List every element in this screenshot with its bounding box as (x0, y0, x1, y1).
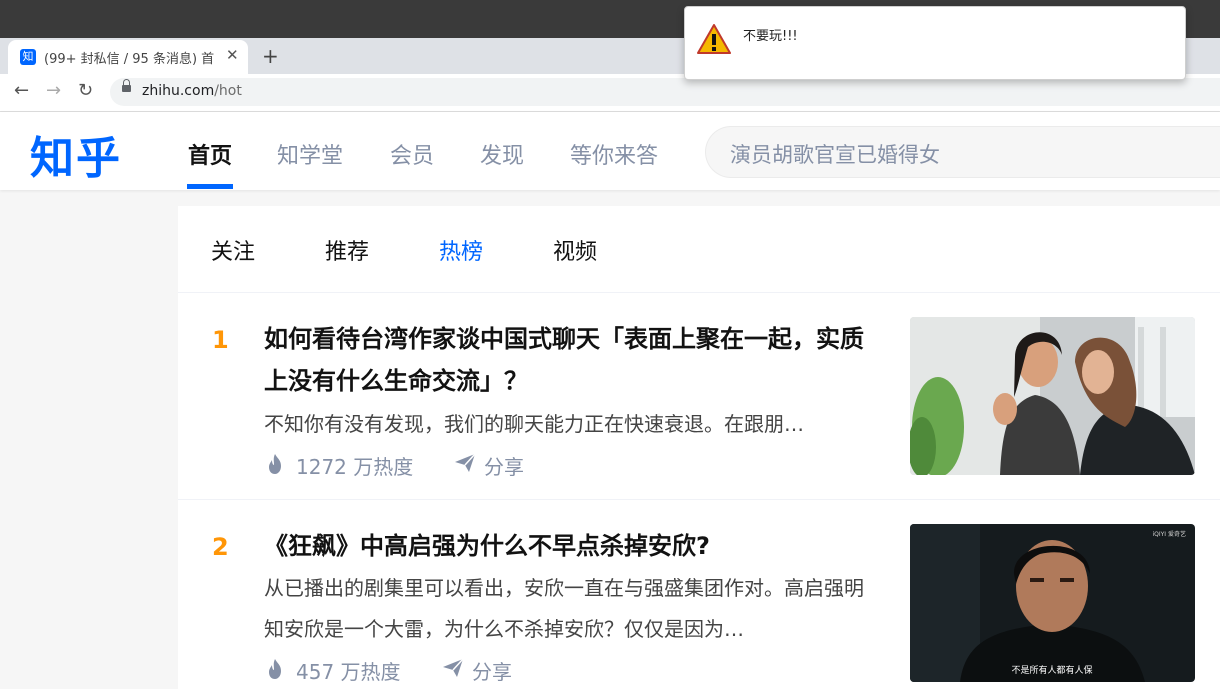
warning-icon (697, 24, 731, 54)
divider (178, 499, 1220, 500)
heat-count: 457 万热度 (296, 660, 401, 684)
tab-recommend[interactable]: 推荐 (325, 234, 369, 266)
nav-discover[interactable]: 发现 (480, 138, 524, 170)
heat-count: 1272 万热度 (296, 455, 414, 479)
nav-home[interactable]: 首页 (188, 138, 232, 170)
hot-list-card: 关注 推荐 热榜 视频 1 如何看待台湾作家谈中国式聊天「表面上聚在一起，实质上… (178, 206, 1220, 689)
url-domain: zhihu.com (142, 83, 215, 99)
tab-follow[interactable]: 关注 (211, 234, 255, 266)
browser-tab[interactable]: 知 (99+ 封私信 / 95 条消息) 首 ✕ (8, 40, 248, 74)
hot-rank: 1 (212, 326, 229, 354)
nav-member[interactable]: 会员 (390, 138, 434, 170)
tab-title: (99+ 封私信 / 95 条消息) 首 (44, 52, 215, 66)
flame-icon (269, 454, 281, 474)
url-text: zhihu.com/hot (142, 83, 242, 99)
video-subtitle: 不是所有人都有人保 (1011, 664, 1092, 676)
search-placeholder: 演员胡歌官宣已婚得女 (730, 143, 940, 167)
tab-hot[interactable]: 热榜 (439, 234, 483, 266)
nav-zhixuetang[interactable]: 知学堂 (277, 138, 343, 170)
iqiyi-watermark: iQIYI 爱奇艺 (1152, 530, 1186, 538)
hot-item-title[interactable]: 如何看待台湾作家谈中国式聊天「表面上聚在一起，实质上没有什么生命交流」？ (264, 318, 884, 402)
share-button[interactable]: 分享 (472, 656, 512, 685)
url-path: /hot (214, 83, 242, 99)
share-button[interactable]: 分享 (484, 451, 524, 480)
hot-item-thumbnail[interactable] (910, 317, 1195, 475)
forward-arrow-icon[interactable]: → (46, 80, 61, 101)
tab-video[interactable]: 视频 (553, 234, 597, 266)
alert-message: 不要玩!!! (743, 29, 798, 44)
search-input[interactable]: 演员胡歌官宣已婚得女 (705, 126, 1220, 178)
hot-item-title[interactable]: 《狂飙》中高启强为什么不早点杀掉安欣? (264, 525, 884, 567)
nav-active-indicator (187, 184, 233, 189)
hot-item-excerpt[interactable]: 不知你有没有发现，我们的聊天能力正在快速衰退。在跟朋… (264, 404, 876, 445)
hot-item-thumbnail[interactable]: iQIYI 爱奇艺 不是所有人都有人保 (910, 524, 1195, 682)
site-header: 知乎 首页 知学堂 会员 发现 等你来答 演员胡歌官宣已婚得女 (0, 112, 1220, 190)
tab-close-icon[interactable]: ✕ (226, 46, 239, 64)
zhihu-logo[interactable]: 知乎 (30, 122, 122, 186)
nav-waiting-answers[interactable]: 等你来答 (570, 138, 658, 170)
flame-icon (269, 659, 281, 679)
reload-icon[interactable]: ↻ (78, 80, 93, 101)
lock-icon (122, 79, 131, 92)
zhihu-favicon-icon: 知 (20, 49, 36, 65)
share-icon[interactable] (442, 658, 464, 678)
alert-dialog[interactable]: 不要玩!!! (684, 6, 1186, 80)
back-arrow-icon[interactable]: ← (14, 80, 29, 101)
divider (178, 292, 1220, 293)
hot-rank: 2 (212, 533, 229, 561)
hot-item-excerpt[interactable]: 从已播出的剧集里可以看出，安欣一直在与强盛集团作对。高启强明知安欣是一个大雷，为… (264, 568, 876, 650)
share-icon[interactable] (454, 453, 476, 473)
new-tab-button[interactable]: + (262, 44, 279, 68)
url-bar[interactable]: zhihu.com/hot (110, 78, 1220, 106)
